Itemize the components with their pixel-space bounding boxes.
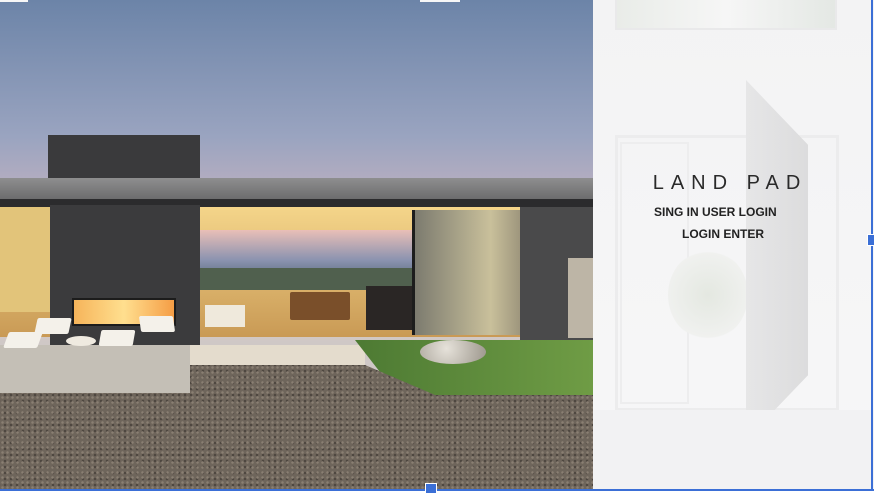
roof: [0, 178, 593, 200]
stone-column: [568, 258, 593, 338]
walkway: [190, 345, 365, 365]
patio-chair: [3, 332, 43, 348]
panel-plant: [668, 250, 748, 340]
patio-chair: [98, 330, 136, 346]
glass-wall: [412, 210, 523, 335]
resize-handle-bottom[interactable]: [425, 483, 437, 494]
chimney: [48, 135, 200, 180]
panel-window: [615, 0, 837, 30]
dining-table: [290, 292, 350, 320]
patio: [0, 345, 190, 393]
selection-edge: [420, 0, 460, 2]
patio-chair: [34, 318, 72, 334]
panel-floor: [593, 410, 874, 489]
selection-edge: [0, 0, 28, 2]
selection-border-bottom: [0, 489, 874, 491]
login-panel: LAND PAD SING IN USER LOGIN LOGIN ENTER: [593, 0, 874, 489]
boulder: [420, 340, 486, 364]
login-enter-link[interactable]: LOGIN ENTER: [682, 227, 764, 241]
sofa: [205, 305, 245, 327]
patio-table: [66, 336, 96, 346]
kitchen-island: [366, 286, 412, 330]
patio-chair: [138, 316, 176, 332]
sign-in-link[interactable]: SING IN USER LOGIN: [654, 205, 777, 219]
hero-photo: [0, 0, 593, 489]
brand-title: LAND PAD: [652, 172, 808, 194]
left-wall: [0, 207, 50, 312]
resize-handle-right[interactable]: [867, 234, 874, 246]
